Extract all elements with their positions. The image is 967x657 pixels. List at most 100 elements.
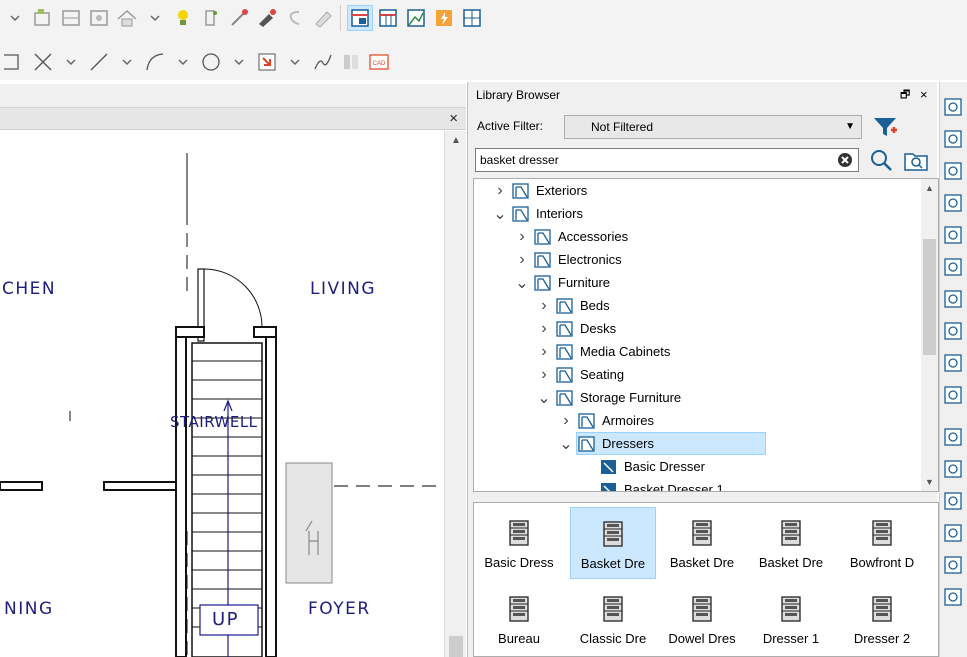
library-item-tile[interactable]: Dresser 2: [839, 583, 925, 655]
tree-scrollbar[interactable]: ▲ ▼: [921, 179, 938, 491]
text-icon[interactable]: [942, 554, 966, 578]
library-item-tile[interactable]: Basket Dre: [570, 507, 656, 579]
rotate-icon[interactable]: [942, 384, 966, 408]
tree-item[interactable]: › Desks: [474, 317, 918, 340]
cad-icon[interactable]: CAD: [366, 49, 392, 75]
zoom-in-icon[interactable]: [942, 128, 966, 152]
calendar-view-icon[interactable]: [375, 5, 401, 31]
chevron-right-icon[interactable]: ›: [536, 343, 552, 361]
chevron-down-icon[interactable]: ⌄: [536, 388, 552, 408]
library-search-input[interactable]: [475, 148, 859, 172]
tree-item[interactable]: ⌄ Dressers: [474, 432, 918, 455]
spline-icon[interactable]: [310, 49, 336, 75]
tree-item[interactable]: Basket Dresser 1: [474, 478, 918, 491]
roof-icon[interactable]: [114, 5, 140, 31]
dimension-snap-icon[interactable]: [942, 586, 966, 610]
undo-view-icon[interactable]: [942, 352, 966, 376]
material-painter-icon[interactable]: [254, 5, 280, 31]
library-item-tile[interactable]: Basket Dre: [748, 507, 834, 579]
filter-funnel-icon[interactable]: [872, 114, 900, 143]
library-item-tile[interactable]: Basic Dress: [476, 507, 562, 579]
window-icon[interactable]: [58, 5, 84, 31]
energy-view-icon[interactable]: [431, 5, 457, 31]
scroll-thumb[interactable]: [923, 239, 936, 355]
library-tree[interactable]: › Exteriors ⌄ Interiors › Accessories › Electro…: [473, 178, 939, 492]
tree-item[interactable]: Basic Dresser: [474, 455, 918, 478]
tree-item[interactable]: › Seating: [474, 363, 918, 386]
library-item-tile[interactable]: Dresser 1: [748, 583, 834, 655]
eraser-icon[interactable]: [310, 5, 336, 31]
chevron-down-icon[interactable]: ⌄: [492, 204, 508, 224]
dropdown-arrow-icon[interactable]: [142, 5, 168, 31]
chevron-down-icon[interactable]: ⌄: [514, 273, 530, 293]
library-item-tile[interactable]: Classic Dre: [570, 583, 656, 655]
tree-item[interactable]: › Exteriors: [474, 179, 918, 202]
clear-search-icon[interactable]: [837, 152, 853, 168]
library-item-grid[interactable]: Basic Dress Basket Dre Basket Dre Basket Dr…: [473, 502, 939, 657]
tree-item[interactable]: › Accessories: [474, 225, 918, 248]
elevation-view-icon[interactable]: [403, 5, 429, 31]
scroll-down-icon[interactable]: ▼: [925, 477, 934, 487]
tree-item[interactable]: › Beds: [474, 294, 918, 317]
dropdown-arrow-icon[interactable]: [282, 49, 308, 75]
fixture-icon[interactable]: [198, 5, 224, 31]
library-item-tile[interactable]: Bureau: [476, 583, 562, 655]
layers-icon[interactable]: [942, 320, 966, 344]
tree-item[interactable]: ⌄ Interiors: [474, 202, 918, 225]
scroll-up-icon[interactable]: ▲: [451, 135, 461, 146]
grid-snap-icon[interactable]: [942, 458, 966, 482]
spiral-icon[interactable]: [282, 5, 308, 31]
dropdown-arrow-icon[interactable]: [58, 49, 84, 75]
fit-icon[interactable]: [942, 256, 966, 280]
tree-item[interactable]: ⌄ Furniture: [474, 271, 918, 294]
dropdown-arrow-icon[interactable]: [114, 49, 140, 75]
window-icon[interactable]: [30, 5, 56, 31]
dropdown-arrow-icon[interactable]: [2, 5, 28, 31]
chevron-right-icon[interactable]: ›: [492, 182, 508, 200]
drawing-vertical-scrollbar[interactable]: ▲: [444, 131, 466, 657]
chevron-right-icon[interactable]: ›: [514, 228, 530, 246]
dimension-icon[interactable]: [338, 49, 364, 75]
pan-hand-icon[interactable]: [942, 288, 966, 312]
plan-view-icon[interactable]: [347, 5, 373, 31]
library-item-tile[interactable]: Dowel Dres: [659, 583, 745, 655]
chevron-down-icon[interactable]: ⌄: [558, 434, 574, 454]
filter-select[interactable]: Not Filtered ▼: [564, 115, 862, 139]
chevron-right-icon[interactable]: ›: [558, 412, 574, 430]
chevron-right-icon[interactable]: ›: [514, 251, 530, 269]
x-line-icon[interactable]: [30, 49, 56, 75]
library-item-tile[interactable]: Basket Dre: [659, 507, 745, 579]
light-icon[interactable]: [170, 5, 196, 31]
arrow-box-icon[interactable]: [254, 49, 280, 75]
arc-icon[interactable]: [142, 49, 168, 75]
object-snap-icon[interactable]: [942, 426, 966, 450]
line-icon[interactable]: [86, 49, 112, 75]
tree-item[interactable]: ⌄ Storage Furniture: [474, 386, 918, 409]
search-folder-icon[interactable]: [903, 148, 929, 175]
tree-item[interactable]: › Media Cabinets: [474, 340, 918, 363]
select-on-screen-icon[interactable]: [942, 522, 966, 546]
camera-view-icon[interactable]: [86, 5, 112, 31]
tree-item[interactable]: › Electronics: [474, 248, 918, 271]
chevron-right-icon[interactable]: ›: [536, 320, 552, 338]
chevron-right-icon[interactable]: ›: [536, 297, 552, 315]
dropdown-arrow-icon[interactable]: [170, 49, 196, 75]
zoom-out-icon[interactable]: [942, 160, 966, 184]
library-item-tile[interactable]: Bowfront D: [839, 507, 925, 579]
scroll-thumb[interactable]: [449, 636, 463, 657]
close-panel-button[interactable]: ×: [920, 84, 928, 106]
plan-drawing-canvas[interactable]: CHEN LIVING STAIRWELL NING FOYER UP: [0, 131, 444, 657]
fill-window-icon[interactable]: [942, 192, 966, 216]
eyedropper-icon[interactable]: [226, 5, 252, 31]
layout-view-icon[interactable]: [459, 5, 485, 31]
circle-icon[interactable]: [198, 49, 224, 75]
scroll-up-icon[interactable]: ▲: [925, 183, 934, 193]
search-icon[interactable]: [869, 148, 895, 175]
float-panel-icon[interactable]: 🗗: [900, 84, 910, 106]
zoom-icon[interactable]: [942, 96, 966, 120]
chevron-right-icon[interactable]: ›: [536, 366, 552, 384]
dropdown-arrow-icon[interactable]: [226, 49, 252, 75]
close-view-button[interactable]: ×: [449, 110, 458, 127]
tree-item[interactable]: › Armoires: [474, 409, 918, 432]
zoom-extents-icon[interactable]: [942, 224, 966, 248]
